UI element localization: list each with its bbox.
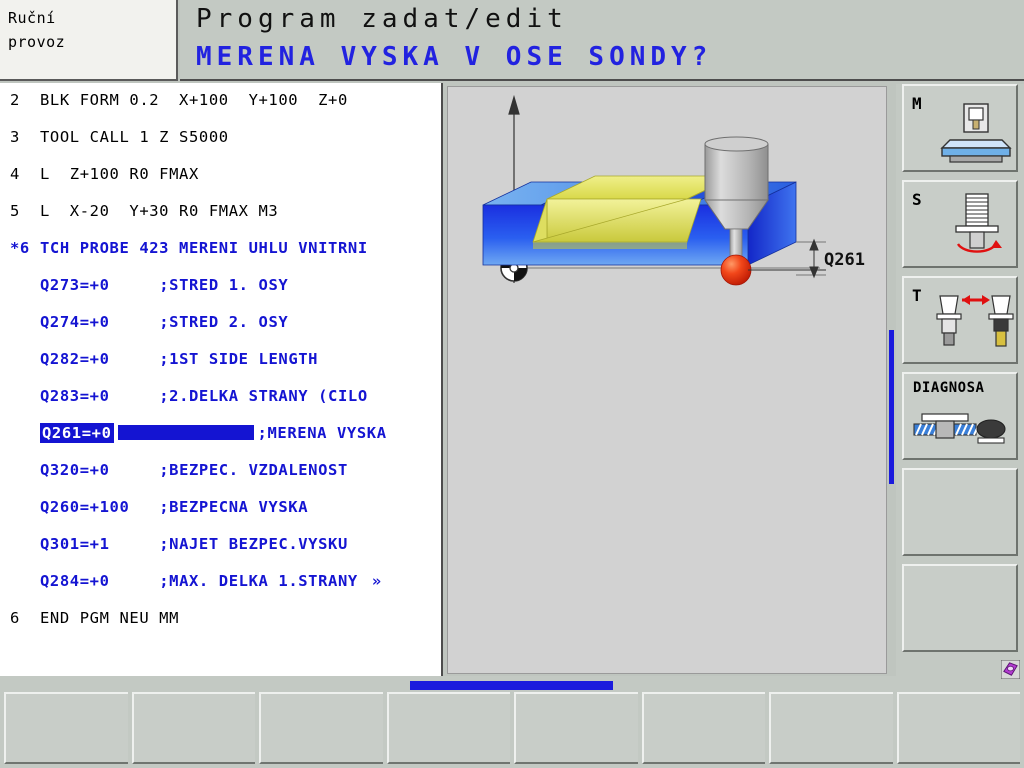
program-line-text: Q260=+100 ;BEZPECNA VYSKA xyxy=(40,498,308,516)
parameter-comment: ;NAJET BEZPEC.VYSKU xyxy=(159,535,348,553)
parameter-spacer xyxy=(110,535,160,553)
bottom-softkey-2[interactable] xyxy=(131,692,255,764)
parameter-spacer xyxy=(110,461,160,479)
operating-mode-box: Ruční provoz xyxy=(0,0,178,81)
program-line-text: TOOL CALL 1 Z S5000 xyxy=(40,128,229,146)
parameter-comment: ;BEZPEC. VZDALENOST xyxy=(159,461,348,479)
help-graphic-panel: Q261 xyxy=(447,86,887,674)
parameter-name[interactable]: Q282=+0 xyxy=(40,350,110,368)
tool-change-icon xyxy=(936,295,1014,347)
more-parameters-chevron-icon[interactable]: » xyxy=(372,572,382,590)
program-line-text: Q261=+0 ;MERENA VYSKA xyxy=(40,423,387,443)
graphic-scroll-indicator-bottom[interactable] xyxy=(889,388,894,484)
parameter-name-selected[interactable]: Q261=+0 xyxy=(40,423,114,443)
spindle-speed-icon xyxy=(955,193,1002,253)
program-line-text: Q320=+0 ;BEZPEC. VZDALENOST xyxy=(40,461,348,479)
parameter-spacer xyxy=(110,387,160,405)
operating-mode-line2: provoz xyxy=(8,33,66,51)
machine-table-icon xyxy=(940,103,1012,163)
softkey-label: S xyxy=(912,190,922,209)
bottom-softkey-7[interactable] xyxy=(769,692,893,764)
softkey-label: DIAGNOSA xyxy=(913,380,985,396)
bottom-softkey-5[interactable] xyxy=(514,692,638,764)
softkey-label: M xyxy=(912,94,922,113)
operating-mode-line1: Ruční xyxy=(8,9,56,27)
parameter-name[interactable]: Q274=+0 xyxy=(40,313,110,331)
program-line-text: Q283=+0 ;2.DELKA STRANY (CILO xyxy=(40,387,368,405)
softkey-s[interactable]: S xyxy=(902,180,1018,268)
dimension-label-q261: Q261 xyxy=(824,250,865,270)
parameter-name[interactable]: Q283=+0 xyxy=(40,387,110,405)
tnc-control-screen: Ruční provoz Program zadat/edit MERENA V… xyxy=(0,0,1024,768)
bottom-softkey-6[interactable] xyxy=(641,692,765,764)
program-line-text: Q274=+0 ;STRED 2. OSY xyxy=(40,313,288,331)
parameter-spacer xyxy=(110,572,160,590)
bottom-softkey-1[interactable] xyxy=(4,692,128,764)
program-line-number: 2 xyxy=(10,91,20,109)
program-line-text: Q273=+0 ;STRED 1. OSY xyxy=(40,276,288,294)
program-line-text: L X-20 Y+30 R0 FMAX M3 xyxy=(40,202,279,220)
bottom-softkey-4[interactable] xyxy=(386,692,510,764)
program-line-number: 4 xyxy=(10,165,20,183)
program-line-text: Q284=+0 ;MAX. DELKA 1.STRANY » xyxy=(40,572,382,590)
page-title: Program zadat/edit xyxy=(196,4,568,34)
vertical-softkey-column: M S T DIAGNOSA xyxy=(896,84,1024,676)
parameter-spacer xyxy=(110,350,160,368)
parameter-name[interactable]: Q284=+0 xyxy=(40,572,110,590)
program-line-number: 3 xyxy=(10,128,20,146)
softkey-page-indicator xyxy=(410,681,613,690)
program-line-number: 6 xyxy=(10,609,20,627)
input-edit-field[interactable] xyxy=(117,425,254,440)
softkey-diagnosa[interactable]: DIAGNOSA xyxy=(902,372,1018,460)
parameter-comment: ;BEZPECNA VYSKA xyxy=(159,498,309,516)
softkey-empty-6[interactable] xyxy=(902,564,1018,652)
softkey-label: T xyxy=(912,286,922,305)
parameter-name[interactable]: Q273=+0 xyxy=(40,276,110,294)
parameter-spacer xyxy=(129,498,159,516)
parameter-spacer xyxy=(110,313,160,331)
program-line-text: Q301=+1 ;NAJET BEZPEC.VYSKU xyxy=(40,535,348,553)
program-line-text: L Z+100 R0 FMAX xyxy=(40,165,199,183)
probe-cycle-illustration: Q261 xyxy=(448,87,886,673)
softkey-m[interactable]: M xyxy=(902,84,1018,172)
parameter-comment: ;1ST SIDE LENGTH xyxy=(159,350,319,368)
parameter-name[interactable]: Q301=+1 xyxy=(40,535,110,553)
program-line-text: BLK FORM 0.2 X+100 Y+100 Z+0 xyxy=(40,91,348,109)
softkey-empty-5[interactable] xyxy=(902,468,1018,556)
parameter-name[interactable]: Q320=+0 xyxy=(40,461,110,479)
bottom-softkey-8[interactable] xyxy=(896,692,1020,764)
parameter-comment: ;STRED 1. OSY xyxy=(159,276,289,294)
program-listing-panel[interactable]: 2 BLK FORM 0.2 X+100 Y+100 Z+0 3 TOOL CALL … xyxy=(0,83,443,676)
program-line-number: *6 xyxy=(10,239,30,257)
help-book-icon[interactable] xyxy=(1001,660,1020,679)
parameter-comment: ;MAX. DELKA 1.STRANY xyxy=(159,572,358,590)
parameter-comment: ;2.DELKA STRANY (CILO xyxy=(159,387,368,405)
diagnosis-icon xyxy=(913,413,1006,444)
program-line-text: TCH PROBE 423 MERENI UHLU VNITRNI xyxy=(40,239,368,257)
title-bar: Program zadat/edit MERENA VYSKA V OSE SO… xyxy=(180,0,1024,81)
softkey-t[interactable]: T xyxy=(902,276,1018,364)
parameter-comment: ;STRED 2. OSY xyxy=(159,313,289,331)
bottom-softkey-3[interactable] xyxy=(259,692,383,764)
program-line-text: Q282=+0 ;1ST SIDE LENGTH xyxy=(40,350,318,368)
parameter-name[interactable]: Q260=+100 xyxy=(40,498,129,516)
parameter-spacer xyxy=(110,276,160,294)
dialog-prompt: MERENA VYSKA V OSE SONDY? xyxy=(196,42,713,72)
program-line-text: END PGM NEU MM xyxy=(40,609,180,627)
parameter-comment: ;MERENA VYSKA xyxy=(257,424,387,442)
program-line-number: 5 xyxy=(10,202,20,220)
